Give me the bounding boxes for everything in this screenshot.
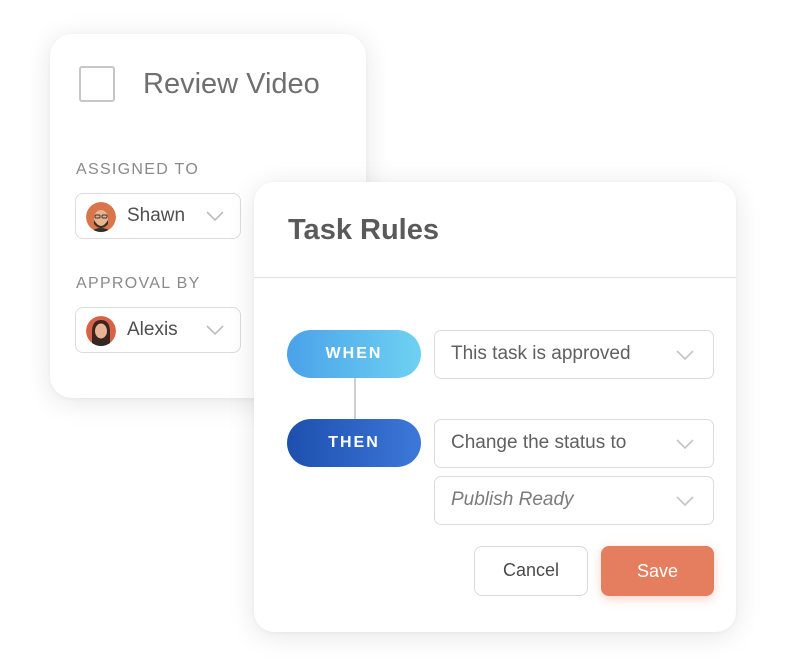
chevron-down-icon (676, 439, 694, 449)
chevron-down-icon (206, 325, 224, 335)
then-pill: THEN (287, 419, 421, 467)
assigned-to-name: Shawn (127, 205, 186, 226)
when-pill: WHEN (287, 330, 421, 378)
task-rules-dialog: Task Rules WHEN THEN This task is approv… (254, 182, 736, 632)
chevron-down-icon (676, 496, 694, 506)
status-value: Publish Ready (451, 489, 574, 510)
dialog-title: Task Rules (288, 214, 439, 246)
assigned-to-select[interactable]: Shawn (75, 193, 241, 239)
then-action-select[interactable]: Change the status to (434, 419, 714, 468)
when-condition-value: This task is approved (451, 343, 631, 364)
rule-connector-line (354, 378, 356, 420)
status-select[interactable]: Publish Ready (434, 476, 714, 525)
then-action-value: Change the status to (451, 432, 627, 453)
task-title: Review Video (143, 68, 320, 100)
cancel-button[interactable]: Cancel (474, 546, 588, 596)
approval-by-label: APPROVAL BY (76, 275, 201, 292)
divider (254, 277, 736, 278)
approval-by-select[interactable]: Alexis (75, 307, 241, 353)
alexis-avatar (86, 316, 116, 346)
assigned-to-label: ASSIGNED TO (76, 161, 200, 178)
when-condition-select[interactable]: This task is approved (434, 330, 714, 379)
chevron-down-icon (676, 350, 694, 360)
approval-by-name: Alexis (127, 319, 178, 340)
chevron-down-icon (206, 211, 224, 221)
save-button[interactable]: Save (601, 546, 714, 596)
task-checkbox[interactable] (79, 66, 115, 102)
shawn-avatar (86, 202, 116, 232)
